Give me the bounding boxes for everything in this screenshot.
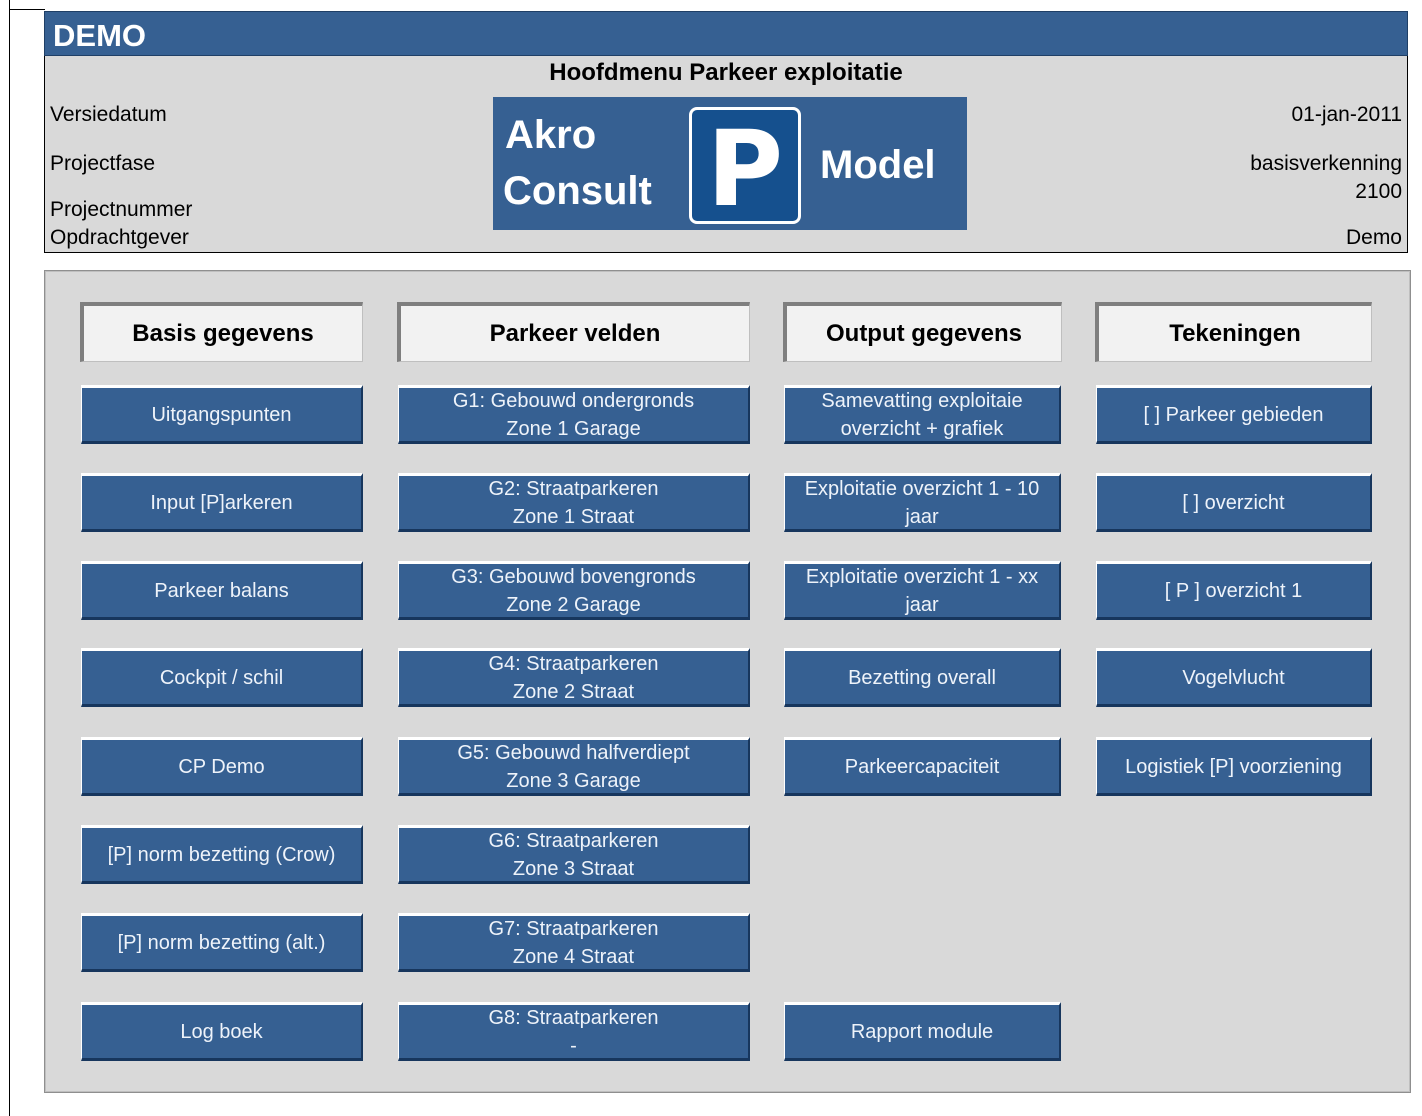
button-label: [P] norm bezetting (alt.) [117,931,326,954]
button-label: Vogelvlucht [1182,666,1285,689]
projectnummer-value: 2100 [1355,180,1402,203]
button-label: [P] norm bezetting (Crow) [107,843,336,866]
button-label: [ P ] overzicht 1 [1164,579,1303,602]
button-label-line2: Zone 2 Straat [512,680,635,703]
button-label-line2: Zone 2 Garage [506,593,641,616]
demo-title-bar: DEMO [44,11,1408,56]
button-label: [ ] Parkeer gebieden [1143,403,1324,426]
button-g5[interactable]: G5: Gebouwd halfverdiept Zone 3 Garage [398,737,750,796]
button-cp-demo[interactable]: CP Demo [81,737,363,796]
button-cockpit-schil[interactable]: Cockpit / schil [81,648,363,707]
button-label-line2: Zone 4 Straat [512,945,635,968]
button-uitgangspunten[interactable]: Uitgangspunten [81,385,363,444]
demo-label: DEMO [53,18,146,53]
button-label: Logistiek [P] voorziening [1125,755,1342,778]
button-label-line1: Exploitatie overzicht 1 - xx [805,565,1039,588]
versiedatum-value: 01-jan-2011 [1291,103,1402,126]
button-label-line1: G2: Straatparkeren [488,477,659,500]
header-block: Hoofdmenu Parkeer exploitatie Versiedatu… [44,56,1408,253]
button-label-line2: overzicht + grafiek [840,417,1004,440]
opdrachtgever-label: Opdrachtgever [50,226,189,249]
button-p-overzicht-1[interactable]: [ P ] overzicht 1 [1096,561,1372,620]
button-label-line1: G8: Straatparkeren [488,1006,659,1029]
button-norm-bezetting-crow[interactable]: [P] norm bezetting (Crow) [81,825,363,884]
versiedatum-label: Versiedatum [50,103,167,126]
button-label-line1: G5: Gebouwd halfverdiept [457,741,690,764]
button-label: Bezetting overall [848,666,996,689]
button-label: Input [P]arkeren [150,491,293,514]
logo-word-akro: Akro [505,113,597,157]
button-label: Rapport module [850,1020,994,1043]
button-samenvatting-exploitatie[interactable]: Samevatting exploitaie overzicht + grafie… [784,385,1061,444]
projectfase-value: basisverkenning [1250,152,1402,175]
button-label: Cockpit / schil [159,666,284,689]
button-label-line1: Exploitatie overzicht 1 - 10 [804,477,1040,500]
header-basis-gegevens: Basis gegevens [80,302,363,362]
header-output-gegevens: Output gegevens [783,302,1062,362]
header-parkeer-velden: Parkeer velden [397,302,750,362]
button-overzicht[interactable]: [ ] overzicht [1096,473,1372,532]
button-label-line2: jaar [905,593,939,616]
button-label-line2: Zone 1 Straat [512,505,635,528]
button-g3[interactable]: G3: Gebouwd bovengronds Zone 2 Garage [398,561,750,620]
projectnummer-label: Projectnummer [50,198,193,221]
button-parkeercapaciteit[interactable]: Parkeercapaciteit [784,737,1061,796]
button-label-line1: G3: Gebouwd bovengronds [451,565,696,588]
logo-word-consult: Consult [503,169,652,213]
button-norm-bezetting-alt[interactable]: [P] norm bezetting (alt.) [81,913,363,972]
button-label-line2: Zone 3 Straat [512,857,635,880]
button-input-parkeren[interactable]: Input [P]arkeren [81,473,363,532]
button-log-boek[interactable]: Log boek [81,1002,363,1061]
button-label: [ ] overzicht [1182,491,1285,514]
button-label: Parkeer balans [154,579,289,602]
sheet-edge-line [9,0,10,1116]
akro-consult-logo: Akro Consult P Model [493,97,967,230]
button-exploitatie-1-10[interactable]: Exploitatie overzicht 1 - 10 jaar [784,473,1061,532]
button-label-line1: G4: Straatparkeren [488,652,659,675]
sheet-top-line [9,9,45,10]
parking-sign-icon: P [689,107,801,230]
header-tekeningen: Tekeningen [1095,302,1372,362]
parking-sign-letter: P [706,108,784,230]
button-exploitatie-1-xx[interactable]: Exploitatie overzicht 1 - xx jaar [784,561,1061,620]
button-g8[interactable]: G8: Straatparkeren - [398,1002,750,1061]
button-label-line1: G1: Gebouwd ondergronds [452,389,695,412]
button-label: Log boek [180,1020,263,1043]
button-parkeer-gebieden[interactable]: [ ] Parkeer gebieden [1096,385,1372,444]
button-g4[interactable]: G4: Straatparkeren Zone 2 Straat [398,648,750,707]
button-label-line2: - [570,1034,577,1057]
button-vogelvlucht[interactable]: Vogelvlucht [1096,648,1372,707]
button-rapport-module[interactable]: Rapport module [784,1002,1061,1061]
menu-panel: Basis gegevens Uitgangspunten Input [P]a… [44,270,1411,1093]
button-g2[interactable]: G2: Straatparkeren Zone 1 Straat [398,473,750,532]
button-g7[interactable]: G7: Straatparkeren Zone 4 Straat [398,913,750,972]
projectfase-label: Projectfase [50,152,156,175]
button-label-line2: Zone 3 Garage [506,769,641,792]
page-title: Hoofdmenu Parkeer exploitatie [549,59,903,86]
button-label-line2: jaar [905,505,939,528]
button-g1[interactable]: G1: Gebouwd ondergronds Zone 1 Garage [398,385,750,444]
button-label: Parkeercapaciteit [844,755,1000,778]
button-logistiek-voorziening[interactable]: Logistiek [P] voorziening [1096,737,1372,796]
button-label-line1: Samevatting exploitaie [821,389,1023,412]
button-g6[interactable]: G6: Straatparkeren Zone 3 Straat [398,825,750,884]
button-label-line1: G7: Straatparkeren [488,917,659,940]
button-parkeer-balans[interactable]: Parkeer balans [81,561,363,620]
button-label-line1: G6: Straatparkeren [488,829,659,852]
opdrachtgever-value: Demo [1345,226,1402,249]
button-label-line2: Zone 1 Garage [506,417,641,440]
button-label: Uitgangspunten [151,403,292,426]
button-bezetting-overall[interactable]: Bezetting overall [784,648,1061,707]
button-label: CP Demo [178,755,265,778]
logo-word-model: Model [820,143,936,187]
